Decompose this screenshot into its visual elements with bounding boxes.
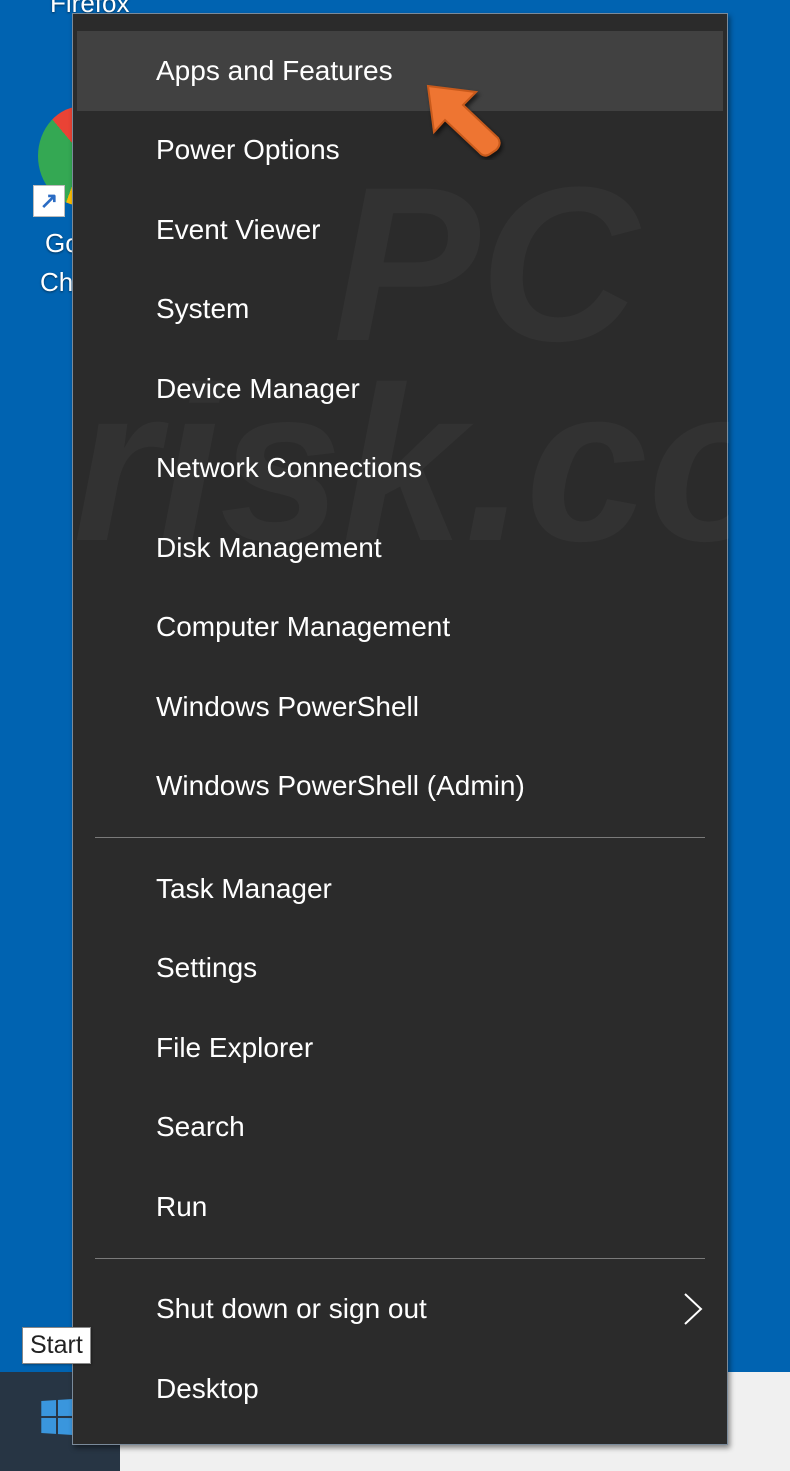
menu-item-label: Run [156,1191,207,1223]
menu-item-label: Windows PowerShell (Admin) [156,770,525,802]
menu-item-disk-management[interactable]: Disk Management [73,508,727,588]
menu-divider [95,837,705,838]
menu-item-label: Search [156,1111,245,1143]
menu-item-label: Apps and Features [156,55,393,87]
shortcut-arrow-icon: ↗ [33,185,65,217]
menu-item-label: Network Connections [156,452,422,484]
winx-context-menu: PC risk.com Apps and Features Power Opti… [72,13,728,1445]
chevron-right-icon [681,1292,705,1326]
menu-item-apps-and-features[interactable]: Apps and Features [77,31,723,111]
menu-item-settings[interactable]: Settings [73,929,727,1009]
menu-item-search[interactable]: Search [73,1088,727,1168]
annotation-arrow-icon [424,82,506,160]
menu-item-network-connections[interactable]: Network Connections [73,429,727,509]
windows-logo-icon[interactable] [41,1399,74,1435]
menu-item-label: Shut down or sign out [156,1293,427,1325]
menu-item-task-manager[interactable]: Task Manager [73,849,727,929]
start-tooltip: Start [22,1327,91,1364]
menu-item-windows-powershell[interactable]: Windows PowerShell [73,667,727,747]
menu-group-utilities: Task Manager Settings File Explorer Sear… [73,849,727,1247]
menu-item-device-manager[interactable]: Device Manager [73,349,727,429]
menu-item-event-viewer[interactable]: Event Viewer [73,190,727,270]
menu-item-label: Disk Management [156,532,382,564]
menu-item-computer-management[interactable]: Computer Management [73,588,727,668]
menu-item-windows-powershell-admin[interactable]: Windows PowerShell (Admin) [73,747,727,827]
menu-divider [95,1258,705,1259]
desktop-icon-label-chrome-line2[interactable]: Ch [40,267,73,298]
menu-item-label: Windows PowerShell [156,691,419,723]
menu-group-power: Shut down or sign out Desktop [73,1270,727,1429]
menu-item-run[interactable]: Run [73,1167,727,1247]
menu-item-label: File Explorer [156,1032,313,1064]
menu-item-file-explorer[interactable]: File Explorer [73,1008,727,1088]
menu-item-system[interactable]: System [73,270,727,350]
menu-item-power-options[interactable]: Power Options [73,111,727,191]
menu-item-shut-down-or-sign-out[interactable]: Shut down or sign out [73,1270,727,1350]
menu-item-label: Event Viewer [156,214,320,246]
menu-item-label: System [156,293,249,325]
menu-item-label: Power Options [156,134,340,166]
menu-item-label: Computer Management [156,611,450,643]
menu-item-label: Settings [156,952,257,984]
menu-item-label: Desktop [156,1373,259,1405]
menu-item-label: Task Manager [156,873,332,905]
menu-item-desktop[interactable]: Desktop [73,1349,727,1429]
menu-item-label: Device Manager [156,373,360,405]
menu-group-system-tools: Apps and Features Power Options Event Vi… [73,31,727,826]
